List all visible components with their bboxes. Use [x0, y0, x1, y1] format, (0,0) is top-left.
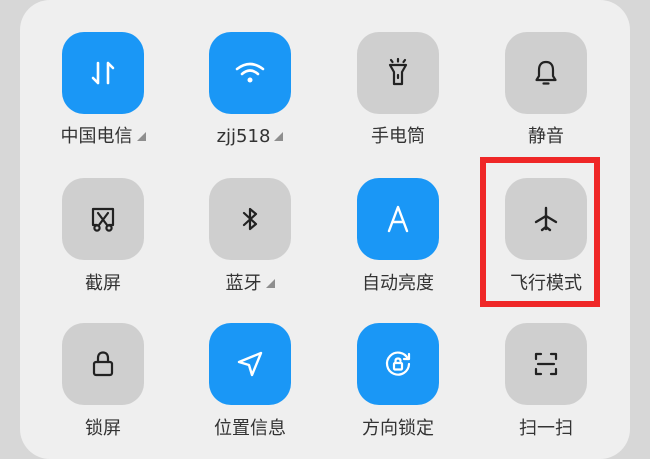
- airplane-mode-label: 飞行模式: [510, 273, 582, 294]
- expand-triangle-icon[interactable]: [274, 132, 284, 141]
- location-toggle[interactable]: [209, 323, 291, 405]
- scan-toggle[interactable]: [505, 323, 587, 405]
- expand-triangle-icon[interactable]: [265, 279, 275, 288]
- rotation-lock-label: 方向锁定: [362, 418, 434, 439]
- lock-screen-toggle[interactable]: [62, 323, 144, 405]
- wifi-toggle[interactable]: [209, 32, 291, 114]
- mobile-data-label: 中国电信: [28, 126, 178, 148]
- bluetooth-label: 蓝牙: [175, 273, 325, 295]
- mute-toggle[interactable]: [505, 32, 587, 114]
- bluetooth-icon: [242, 207, 258, 231]
- location-label: 位置信息: [214, 418, 286, 439]
- wifi-label: zjj518: [175, 126, 325, 148]
- screenshot-icon: [91, 207, 115, 232]
- flashlight-toggle[interactable]: [357, 32, 439, 114]
- letter-a-icon: [387, 205, 409, 233]
- bluetooth-toggle[interactable]: [209, 178, 291, 260]
- scan-label: 扫一扫: [519, 418, 573, 439]
- mute-label: 静音: [528, 126, 564, 147]
- auto-brightness-label: 自动亮度: [362, 273, 434, 294]
- wifi-icon: [235, 62, 265, 83]
- mobile-data-toggle[interactable]: [62, 32, 144, 114]
- bell-icon: [535, 60, 557, 85]
- flashlight-label: 手电筒: [371, 126, 425, 147]
- mobile-data-icon: [91, 61, 115, 85]
- scan-icon: [534, 352, 558, 376]
- airplane-mode-toggle[interactable]: [505, 178, 587, 260]
- screenshot-toggle[interactable]: [62, 178, 144, 260]
- expand-triangle-icon[interactable]: [136, 132, 146, 141]
- navigation-arrow-icon: [237, 351, 263, 377]
- airplane-icon: [534, 206, 558, 232]
- lock-screen-label: 锁屏: [85, 418, 121, 439]
- rotation-lock-toggle[interactable]: [357, 323, 439, 405]
- auto-brightness-toggle[interactable]: [357, 178, 439, 260]
- lock-icon: [92, 351, 114, 377]
- rotation-lock-icon: [385, 351, 411, 376]
- screenshot-label: 截屏: [85, 273, 121, 294]
- flashlight-icon: [388, 57, 408, 86]
